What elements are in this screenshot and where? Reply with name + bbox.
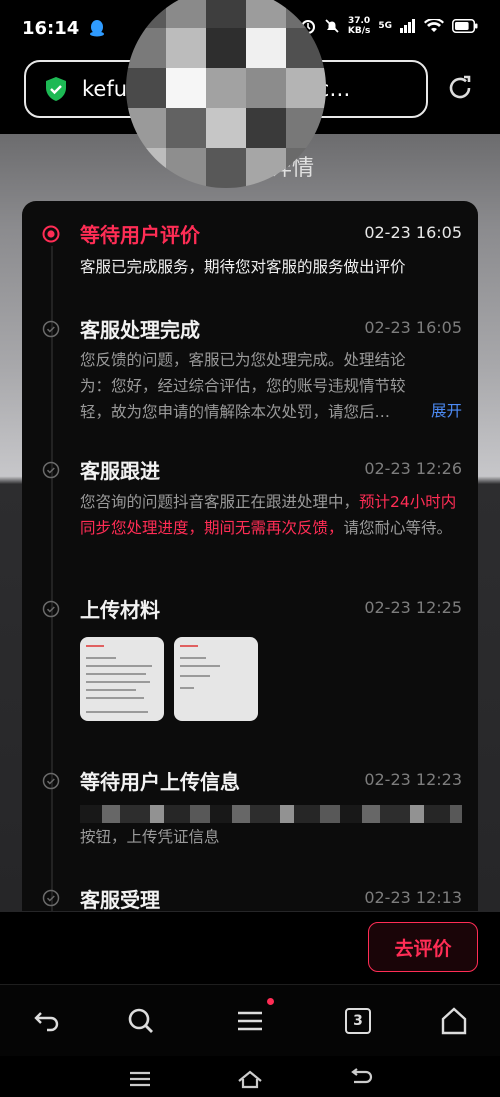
notification-dot — [267, 998, 274, 1005]
timeline-title: 客服跟进 — [80, 459, 160, 483]
timeline-time: 02-23 12:13 — [364, 888, 462, 907]
timeline-desc: 客服已完成服务，期待您对客服的服务做出评价 — [80, 258, 406, 276]
timeline-title: 等待用户评价 — [80, 223, 200, 247]
system-navigation-bar — [0, 1056, 500, 1097]
mute-bell-icon — [325, 19, 339, 33]
desc-after: 请您耐心等待。 — [343, 519, 453, 537]
uploaded-image-thumbnail[interactable] — [80, 637, 164, 721]
check-circle-icon — [42, 889, 60, 907]
expand-link[interactable]: 展开 — [431, 399, 462, 421]
recent-apps-icon[interactable] — [127, 1068, 153, 1090]
battery-icon — [452, 19, 478, 33]
back-icon[interactable] — [31, 1005, 63, 1037]
evaluate-button[interactable]: 去评价 — [368, 922, 478, 972]
obscured-text — [80, 805, 462, 823]
timeline-title: 等待用户上传信息 — [80, 770, 240, 794]
timeline-time: 02-23 12:26 — [364, 459, 462, 478]
qq-penguin-icon — [90, 20, 105, 37]
timeline-desc: 按钮，上传凭证信息 — [80, 828, 220, 846]
tabs-button[interactable]: 3 — [345, 1008, 371, 1034]
uploaded-image-thumbnail[interactable] — [174, 637, 258, 721]
timeline-time: 02-23 12:23 — [364, 770, 462, 789]
timeline-line — [51, 246, 53, 911]
signal-label: 5G — [378, 21, 392, 31]
check-circle-icon — [42, 320, 60, 338]
active-dot-icon — [42, 225, 60, 243]
check-circle-icon — [42, 772, 60, 790]
menu-icon[interactable] — [234, 1005, 266, 1037]
back-nav-icon[interactable] — [348, 1068, 374, 1090]
search-icon[interactable] — [125, 1005, 157, 1037]
refresh-icon[interactable] — [446, 74, 474, 102]
timeline-title: 客服处理完成 — [80, 318, 200, 342]
timeline-desc: 您咨询的问题抖音客服正在跟进处理中，预计24小时内同步您处理进度，期间无需再次反… — [80, 489, 464, 541]
home-icon[interactable] — [438, 1005, 470, 1037]
timeline-card: 等待用户评价 02-23 16:05 客服已完成服务，期待您对客服的服务做出评价… — [22, 201, 478, 911]
timeline-time: 02-23 16:05 — [364, 318, 462, 337]
desc-before: 您咨询的问题抖音客服正在跟进处理中， — [80, 493, 360, 511]
timeline-time: 02-23 12:25 — [364, 598, 462, 617]
url-prefix: kefu — [82, 77, 128, 101]
shield-check-icon — [46, 77, 66, 101]
status-time: 16:14 — [22, 17, 80, 39]
timeline-title: 上传材料 — [80, 598, 160, 622]
check-circle-icon — [42, 461, 60, 479]
timeline-desc: 您反馈的问题，客服已为您处理完成。处理结论为：您好，经过综合评估，您的账号违规情… — [80, 351, 406, 421]
browser-toolbar: 3 — [0, 984, 500, 1056]
wifi-icon — [424, 19, 444, 32]
check-circle-icon — [42, 600, 60, 618]
net-speed: 37.0 KB/s — [347, 16, 371, 36]
home-nav-icon[interactable] — [237, 1068, 263, 1090]
status-indicators: 37.0 KB/s 5G — [300, 16, 478, 36]
timeline-time: 02-23 16:05 — [364, 223, 462, 242]
tab-count: 3 — [353, 1013, 363, 1029]
cell-signal-icon — [400, 19, 415, 33]
bottom-action-bar: 去评价 — [0, 912, 500, 984]
timeline-title: 客服受理 — [80, 888, 160, 911]
